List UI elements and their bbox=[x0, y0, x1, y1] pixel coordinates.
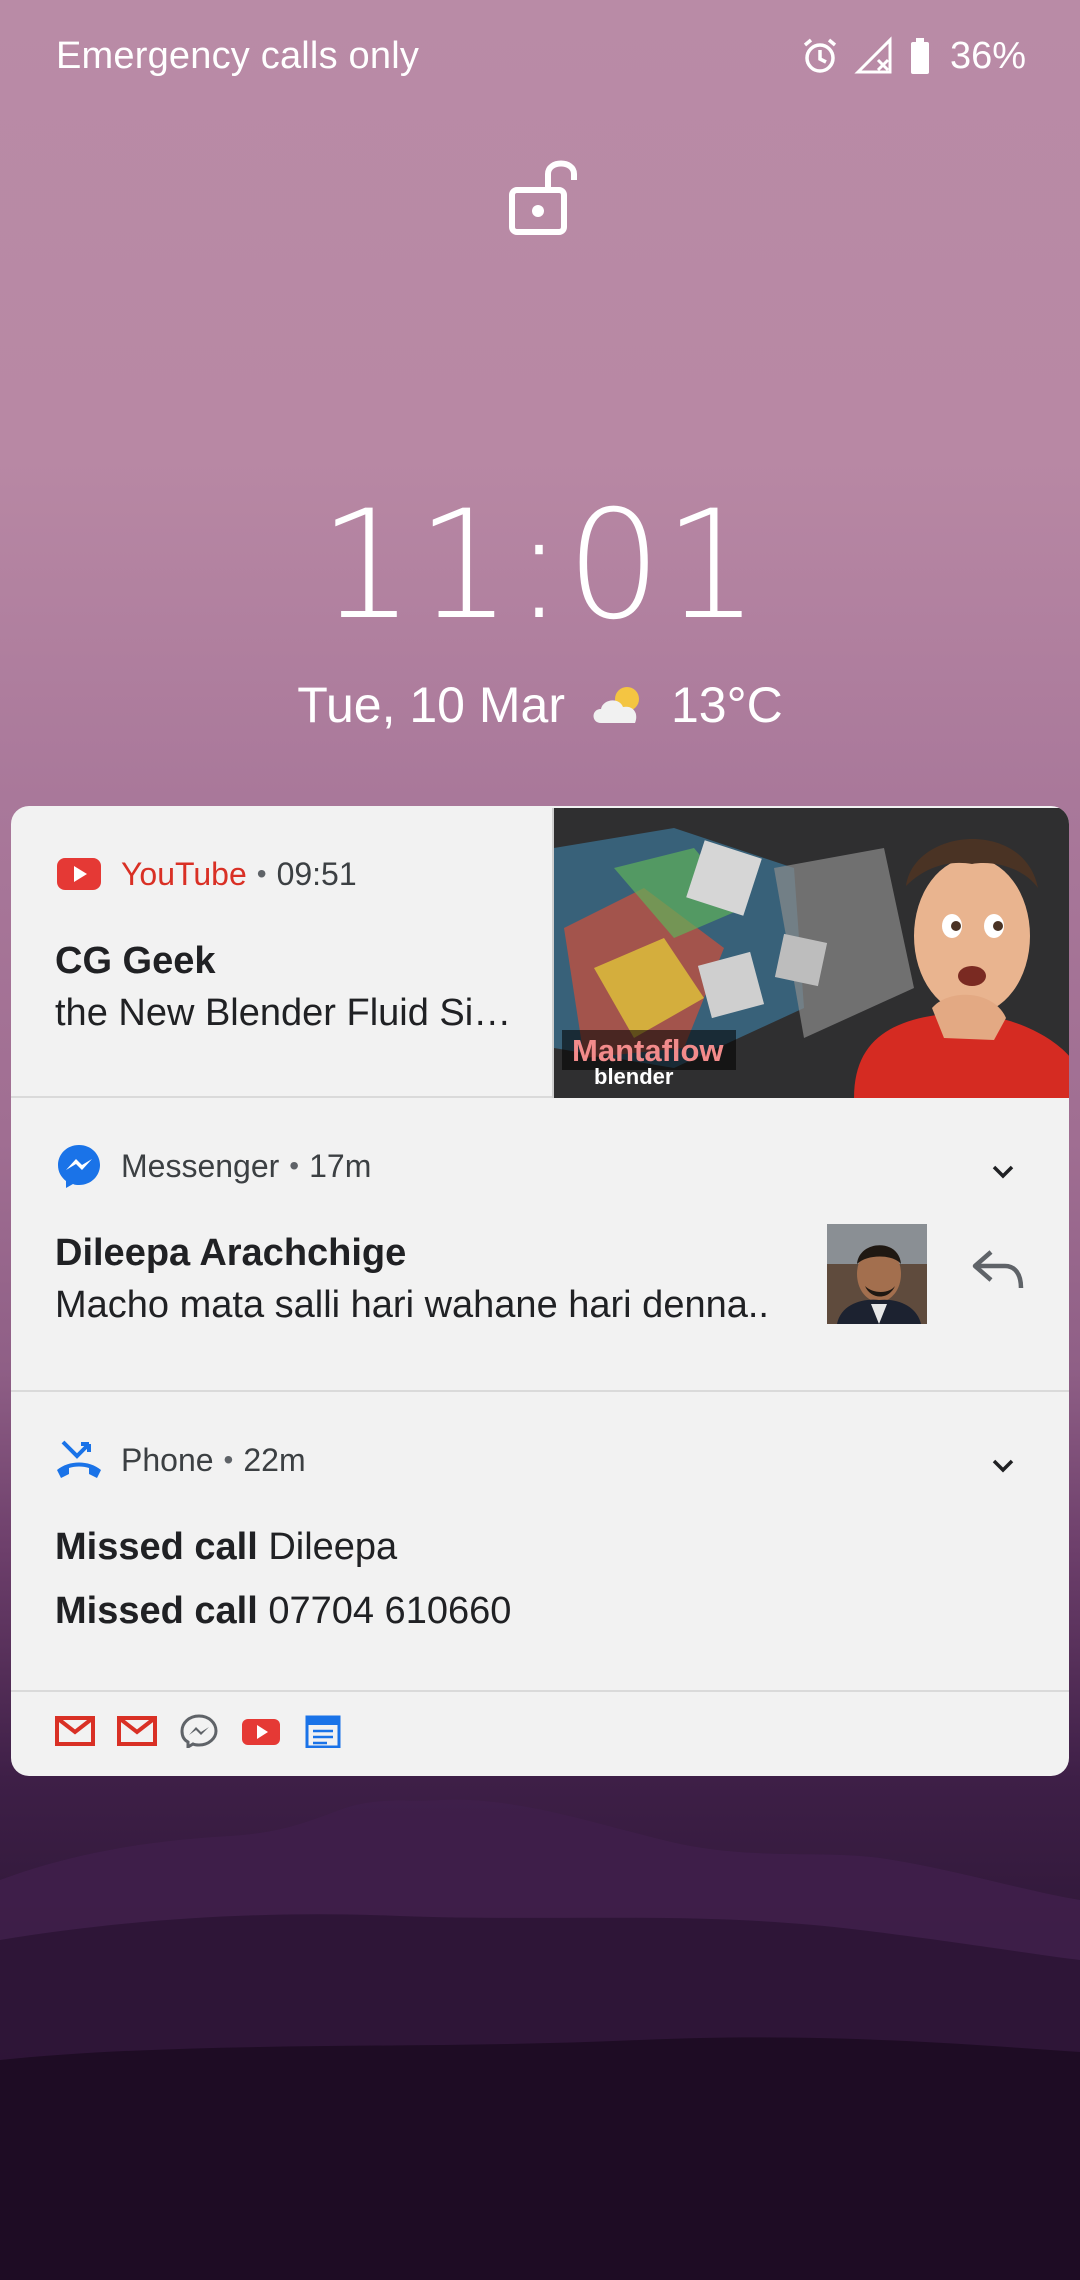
carrier-text: Emergency calls only bbox=[56, 34, 420, 77]
sender-avatar bbox=[827, 1224, 927, 1324]
messenger-notification[interactable]: Messenger • 17m Dileepa Arachchige Macho… bbox=[11, 1098, 1069, 1392]
partly-cloudy-icon bbox=[593, 687, 639, 723]
status-bar: Emergency calls only 36% bbox=[0, 0, 1080, 112]
clock-time: 11:01 bbox=[318, 479, 762, 653]
no-signal-icon bbox=[854, 36, 892, 74]
battery-percentage: 36% bbox=[949, 34, 1026, 77]
temperature-text: 13°C bbox=[670, 677, 783, 733]
missed-call-label: Missed call bbox=[55, 1590, 258, 1632]
messenger-icon bbox=[179, 1714, 219, 1750]
gmail-icon bbox=[55, 1714, 95, 1748]
notification-time: 09:51 bbox=[276, 855, 357, 892]
youtube-icon bbox=[241, 1714, 281, 1748]
mountain-wallpaper bbox=[0, 1799, 1080, 2280]
unlock-icon[interactable] bbox=[508, 152, 580, 236]
notification-panel: YouTube • 09:51 CG Geek the New Blender … bbox=[11, 806, 1069, 1776]
youtube-icon bbox=[57, 858, 101, 890]
chevron-down-icon[interactable] bbox=[991, 1458, 1015, 1474]
missed-call-icon bbox=[57, 1440, 101, 1478]
blender-logo-text: blender bbox=[594, 1064, 674, 1089]
app-name: YouTube bbox=[121, 855, 247, 892]
notification-title: Dileepa Arachchige bbox=[55, 1232, 407, 1274]
notification-header: Messenger • 17m bbox=[55, 1142, 371, 1190]
phone-notification[interactable]: Phone • 22m Missed call Dileepa Missed c… bbox=[11, 1392, 1069, 1692]
notification-shelf[interactable] bbox=[55, 1714, 343, 1750]
notification-header: Phone • 22m bbox=[55, 1436, 306, 1484]
date-text: Tue, 10 Mar bbox=[297, 677, 565, 733]
calendar-icon bbox=[303, 1714, 343, 1749]
app-name: Phone bbox=[121, 1441, 214, 1478]
separator-dot: • bbox=[289, 1150, 300, 1181]
video-thumbnail[interactable]: Mantaflow blender bbox=[552, 808, 1069, 1098]
chevron-down-icon[interactable] bbox=[991, 1164, 1015, 1180]
missed-call-label: Missed call bbox=[55, 1526, 258, 1568]
missed-call-caller: Dileepa bbox=[268, 1526, 398, 1568]
notification-text: Macho mata salli hari wahane hari denna.… bbox=[55, 1284, 769, 1326]
alarm-icon bbox=[803, 38, 837, 73]
notification-title: CG Geek bbox=[55, 940, 216, 982]
app-name: Messenger bbox=[121, 1147, 280, 1184]
youtube-notification[interactable]: YouTube • 09:51 CG Geek the New Blender … bbox=[11, 806, 1069, 1098]
gmail-icon bbox=[117, 1714, 157, 1748]
date-weather-line[interactable]: Tue, 10 Mar 13°C bbox=[0, 676, 1080, 734]
reply-icon[interactable] bbox=[971, 1248, 1025, 1292]
separator-dot: • bbox=[256, 858, 267, 889]
separator-dot: • bbox=[223, 1444, 234, 1475]
messenger-icon bbox=[58, 1145, 100, 1188]
notification-time: 17m bbox=[309, 1147, 372, 1184]
missed-call-line: Missed call 07704 610660 bbox=[55, 1590, 511, 1633]
notification-text: the New Blender Fluid Si… bbox=[55, 992, 512, 1034]
missed-call-line: Missed call Dileepa bbox=[55, 1526, 397, 1569]
battery-icon bbox=[910, 38, 929, 74]
missed-call-number: 07704 610660 bbox=[268, 1590, 512, 1632]
notification-header: YouTube • 09:51 bbox=[55, 850, 357, 898]
notification-time: 22m bbox=[243, 1441, 306, 1478]
